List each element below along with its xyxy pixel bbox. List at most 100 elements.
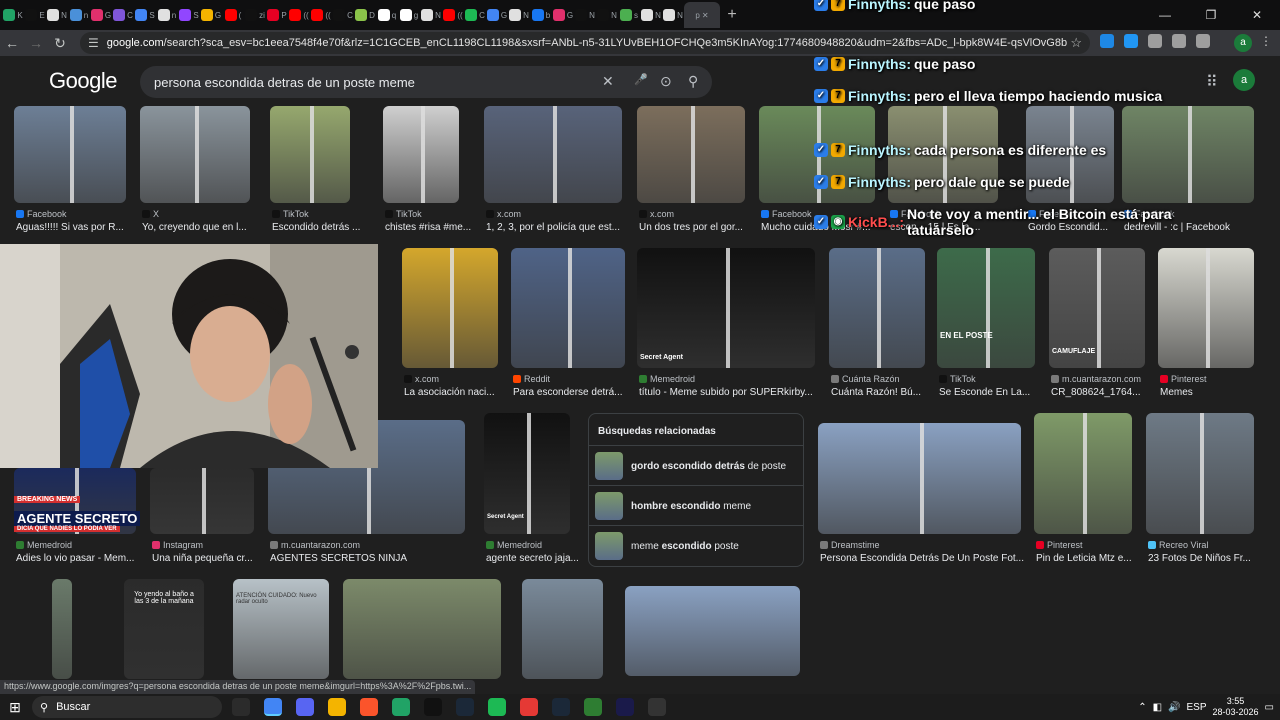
- google-logo[interactable]: Google: [49, 68, 117, 94]
- windows-start-icon[interactable]: ⊞: [0, 699, 30, 716]
- result-thumbnail[interactable]: [637, 248, 815, 368]
- result-thumbnail[interactable]: [625, 586, 800, 676]
- mic-icon[interactable]: 🎤: [634, 73, 648, 86]
- new-tab-button[interactable]: +: [720, 6, 744, 24]
- browser-tab[interactable]: b: [530, 2, 552, 28]
- forward-icon[interactable]: →: [24, 35, 48, 51]
- result-source[interactable]: Facebook: [761, 209, 812, 219]
- result-thumbnail[interactable]: [140, 106, 250, 203]
- result-title[interactable]: Yo, creyendo que en l...: [142, 222, 264, 233]
- browser-tab[interactable]: C: [112, 2, 134, 28]
- browser-tab[interactable]: P: [266, 2, 288, 28]
- result-title[interactable]: Persona Escondida Detrás De Un Poste Fot…: [820, 553, 1035, 564]
- browser-tab[interactable]: S: [178, 2, 200, 28]
- browser-tab[interactable]: N: [508, 2, 530, 28]
- browser-tab[interactable]: N: [46, 2, 68, 28]
- result-title[interactable]: Se Esconde En La...: [939, 387, 1049, 398]
- result-thumbnail[interactable]: [484, 106, 622, 203]
- search-icon[interactable]: ⚲: [688, 73, 698, 90]
- result-source[interactable]: TikTok: [939, 374, 976, 384]
- browser-tab[interactable]: zi: [244, 2, 266, 28]
- result-source[interactable]: Facebook: [16, 209, 67, 219]
- search-query[interactable]: persona escondida detras de un poste mem…: [154, 75, 415, 90]
- result-thumbnail[interactable]: [150, 468, 254, 534]
- result-title[interactable]: Adies lo vio pasar - Mem...: [16, 553, 150, 564]
- result-title[interactable]: 1, 2, 3, por el policía que est...: [486, 222, 636, 233]
- result-source[interactable]: m.cuantarazon.com: [1051, 374, 1141, 384]
- result-thumbnail[interactable]: [637, 106, 745, 203]
- related-search-item[interactable]: hombre escondido meme: [595, 490, 799, 522]
- browser-tab[interactable]: E: [24, 2, 46, 28]
- result-title[interactable]: Pin de Leticia Mtz e...: [1036, 553, 1146, 564]
- browser-tab[interactable]: g: [398, 2, 420, 28]
- result-thumbnail[interactable]: [383, 106, 459, 203]
- result-title[interactable]: chistes #risa #me...: [385, 222, 473, 233]
- browser-tab[interactable]: G: [90, 2, 112, 28]
- taskbar-app-icon[interactable]: [584, 698, 602, 716]
- reload-icon[interactable]: ↻: [48, 35, 72, 52]
- result-thumbnail[interactable]: [14, 106, 126, 203]
- browser-tab[interactable]: D: [354, 2, 376, 28]
- result-thumbnail[interactable]: [402, 248, 498, 368]
- browser-tab[interactable]: K: [2, 2, 24, 28]
- result-thumbnail[interactable]: [522, 579, 603, 679]
- browser-tab[interactable]: C: [464, 2, 486, 28]
- search-box[interactable]: persona escondida detras de un poste mem…: [140, 66, 712, 98]
- lens-icon[interactable]: ⊙: [660, 73, 672, 90]
- result-thumbnail[interactable]: [343, 579, 501, 679]
- result-thumbnail[interactable]: [1146, 413, 1254, 534]
- browser-tab[interactable]: ((: [288, 2, 310, 28]
- result-title[interactable]: 23 Fotos De Niños Fr...: [1148, 553, 1268, 564]
- result-source[interactable]: TikTok: [385, 209, 422, 219]
- browser-tab[interactable]: C: [332, 2, 354, 28]
- browser-tab[interactable]: N: [640, 2, 662, 28]
- result-title[interactable]: Un dos tres por el gor...: [639, 222, 759, 233]
- result-source[interactable]: Recreo Viral: [1148, 540, 1208, 550]
- taskbar-app-icon[interactable]: [488, 698, 506, 716]
- result-thumbnail[interactable]: [829, 248, 925, 368]
- browser-tab[interactable]: G: [552, 2, 574, 28]
- result-thumbnail[interactable]: [511, 248, 625, 368]
- network-icon[interactable]: ◧: [1153, 702, 1162, 713]
- result-source[interactable]: Instagram: [152, 540, 203, 550]
- language-indicator[interactable]: ESP: [1186, 702, 1206, 713]
- taskbar-app-icon[interactable]: [392, 698, 410, 716]
- close-tab-icon[interactable]: ✕: [702, 11, 709, 20]
- result-thumbnail[interactable]: [818, 423, 1021, 534]
- browser-tab[interactable]: ((: [310, 2, 332, 28]
- result-title[interactable]: Para esconderse detrá...: [513, 387, 639, 398]
- taskbar-app-icon[interactable]: [296, 698, 314, 716]
- browser-tab[interactable]: N: [420, 2, 442, 28]
- browser-tab[interactable]: s: [618, 2, 640, 28]
- result-source[interactable]: x.com: [639, 209, 674, 219]
- result-source[interactable]: Memedroid: [16, 540, 72, 550]
- taskbar-app-icon[interactable]: [648, 698, 666, 716]
- clock[interactable]: 3:55 28-03-2026: [1213, 696, 1259, 718]
- browser-tab[interactable]: N: [574, 2, 596, 28]
- result-title[interactable]: título - Meme subido por SUPERkirby...: [639, 387, 829, 398]
- result-source[interactable]: Reddit: [513, 374, 550, 384]
- taskbar-app-icon[interactable]: [520, 698, 538, 716]
- back-icon[interactable]: ←: [0, 35, 24, 51]
- result-title[interactable]: Cuánta Razón! Bú...: [831, 387, 939, 398]
- taskbar-app-icon[interactable]: [360, 698, 378, 716]
- browser-tab[interactable]: (: [222, 2, 244, 28]
- result-source[interactable]: Pinterest: [1036, 540, 1083, 550]
- browser-tab[interactable]: G: [200, 2, 222, 28]
- result-source[interactable]: Memedroid: [639, 374, 695, 384]
- result-thumbnail[interactable]: [1034, 413, 1132, 534]
- browser-tab[interactable]: ((: [442, 2, 464, 28]
- result-source[interactable]: Memedroid: [486, 540, 542, 550]
- result-source[interactable]: X: [142, 209, 159, 219]
- result-title[interactable]: Una niña pequeña cr...: [152, 553, 268, 564]
- taskbar-app-icon[interactable]: [232, 698, 250, 716]
- clear-search-icon[interactable]: ✕: [602, 73, 614, 90]
- site-info-icon[interactable]: ☰: [88, 36, 99, 50]
- taskbar-app-icon[interactable]: [552, 698, 570, 716]
- taskbar-app-icon[interactable]: [456, 698, 474, 716]
- browser-tab[interactable]: n: [156, 2, 178, 28]
- result-source[interactable]: x.com: [404, 374, 439, 384]
- tray-chevron-icon[interactable]: ⌃: [1138, 702, 1146, 713]
- result-title[interactable]: AGENTES SECRETOS NINJA: [270, 553, 479, 564]
- result-source[interactable]: m.cuantarazon.com: [270, 540, 360, 550]
